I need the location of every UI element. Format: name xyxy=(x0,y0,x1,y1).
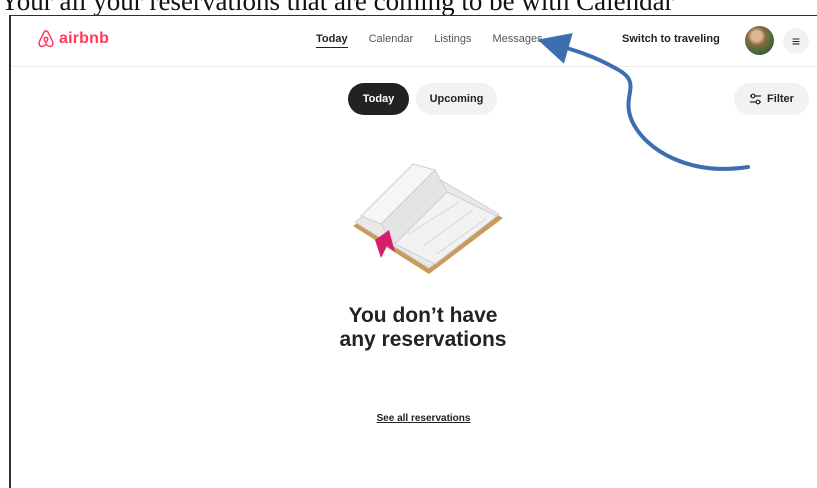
filter-label: Filter xyxy=(767,93,794,105)
sliders-icon xyxy=(750,93,762,105)
tab-upcoming[interactable]: Upcoming xyxy=(416,83,497,115)
empty-state-title: You don’t have any reservations xyxy=(311,304,535,352)
avatar[interactable] xyxy=(745,26,774,55)
main-nav: Today Calendar Listings Messages xyxy=(316,33,564,48)
nav-listings[interactable]: Listings xyxy=(434,33,471,48)
see-all-reservations-link[interactable]: See all reservations xyxy=(371,413,476,424)
logo-text: airbnb xyxy=(59,30,110,47)
tab-today[interactable]: Today xyxy=(348,83,409,115)
menu-button[interactable]: ≡ xyxy=(783,28,809,54)
top-header: airbnb Today Calendar Listings Messages … xyxy=(11,16,817,67)
empty-title-line1: You don’t have xyxy=(348,304,498,327)
nav-messages[interactable]: Messages xyxy=(493,33,543,48)
empty-title-line2: any reservations xyxy=(339,328,507,351)
caption-text: Your all your reservations that are comi… xyxy=(0,0,674,16)
airbnb-logo[interactable]: airbnb xyxy=(36,29,109,49)
app-window: airbnb Today Calendar Listings Messages … xyxy=(9,15,817,488)
nav-today[interactable]: Today xyxy=(316,33,348,48)
airbnb-logo-icon xyxy=(38,30,54,48)
nav-calendar[interactable]: Calendar xyxy=(369,33,414,48)
open-book-icon xyxy=(353,163,503,274)
hamburger-icon: ≡ xyxy=(791,33,801,49)
switch-to-traveling-link[interactable]: Switch to traveling xyxy=(622,33,720,45)
filter-button[interactable]: Filter xyxy=(734,83,809,115)
